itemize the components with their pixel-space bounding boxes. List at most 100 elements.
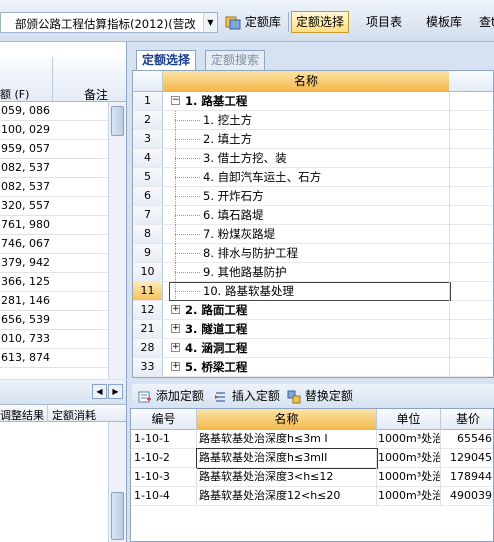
tree-node-label[interactable]: 9. 其他路基防护: [203, 263, 287, 281]
expand-icon[interactable]: +: [171, 362, 180, 371]
table-row[interactable]: 1-10-3 路基软基处治深度3<h≤12 1000m³处治 178944: [131, 468, 493, 487]
tree-row[interactable]: 3 2. 填土方: [133, 130, 493, 149]
tree-row-number: 10: [133, 263, 163, 281]
tree-row[interactable]: 6 5. 开炸石方: [133, 187, 493, 206]
tree-node-label[interactable]: 5. 桥梁工程: [185, 358, 247, 376]
tree-row[interactable]: 2 1. 挖土方: [133, 111, 493, 130]
table-row[interactable]: 1-10-2 路基软基处治深度h≤3mII 1000m³处治 129045: [131, 448, 493, 469]
unit-cell: 1000m³处治: [377, 449, 441, 468]
tree-row[interactable]: 9 8. 排水与防护工程: [133, 244, 493, 263]
add-quota-button[interactable]: 添加定额: [138, 388, 204, 404]
amount-row[interactable]: 613, 874: [0, 349, 108, 368]
tree-node-label[interactable]: 2. 填土方: [203, 130, 252, 148]
project-combobox[interactable]: 部颁公路工程估算指标(2012)(营改 ▼: [0, 12, 218, 33]
tree-row[interactable]: 28 +4. 涵洞工程: [133, 339, 493, 358]
amount-row[interactable]: 281, 146: [0, 292, 108, 311]
search-button-partial[interactable]: 查t: [474, 11, 494, 33]
chevron-down-icon[interactable]: ▼: [203, 13, 217, 32]
project-table-button[interactable]: 项目表: [361, 11, 407, 33]
unit-cell: 1000m³处治: [377, 487, 441, 506]
tree-node-label[interactable]: 2. 路面工程: [185, 301, 247, 319]
row-number-header: [133, 71, 163, 91]
tree-row[interactable]: 33 +5. 桥梁工程: [133, 358, 493, 377]
price-cell: 178944: [441, 468, 493, 487]
code-column-header: 编号: [131, 409, 197, 430]
tab-quota-search[interactable]: 定额搜索: [205, 50, 266, 70]
name-column-header: 名称: [163, 71, 449, 91]
tree-row[interactable]: 4 3. 借土方挖、装: [133, 149, 493, 168]
template-library-label: 模板库: [426, 15, 463, 29]
insert-quota-button[interactable]: 插入定额: [214, 388, 280, 404]
name-column-header: 名称: [197, 409, 377, 430]
tree-row[interactable]: 8 7. 粉煤灰路堤: [133, 225, 493, 244]
amount-row[interactable]: 082, 537: [0, 178, 108, 197]
tree-node-label[interactable]: 1. 路基工程: [185, 92, 247, 110]
left-vertical-scrollbar[interactable]: ▼: [108, 102, 126, 379]
tree-row-number: 3: [133, 130, 163, 148]
quota-tree-grid: 名称 1−1. 路基工程 2 1. 挖土方 3 2. 填土方 4 3. 借土方挖、装 5 4. …: [132, 70, 494, 378]
amount-row[interactable]: 959, 057: [0, 140, 108, 159]
left-bottom-toolbar: ◀ ▶: [0, 380, 126, 404]
amount-row[interactable]: 746, 067: [0, 235, 108, 254]
tree-node-label[interactable]: 8. 排水与防护工程: [203, 244, 298, 262]
column-divider: [449, 92, 450, 377]
add-row-icon: [138, 391, 151, 402]
amount-row[interactable]: 059, 086: [0, 102, 108, 121]
expand-icon[interactable]: +: [171, 324, 180, 333]
tree-row[interactable]: 7 6. 填石路堤: [133, 206, 493, 225]
main-toolbar: 部颁公路工程估算指标(2012)(营改 ▼ 定额库 定额选择 项目表 模板库 查…: [0, 0, 494, 42]
quota-library-button[interactable]: 定额库: [220, 11, 286, 33]
tree-node-label[interactable]: 6. 填石路堤: [203, 206, 264, 224]
tree-row-number: 1: [133, 92, 163, 110]
table-row[interactable]: 1-10-1 路基软基处治深度h≤3m I 1000m³处治 65546: [131, 430, 493, 449]
tree-row[interactable]: 21 +3. 隧道工程: [133, 320, 493, 339]
tree-node-label[interactable]: 4. 涵洞工程: [185, 339, 247, 357]
tree-node-label[interactable]: 4. 自卸汽车运土、石方: [203, 168, 321, 186]
expand-icon[interactable]: +: [171, 305, 180, 314]
price-cell: 65546: [441, 430, 493, 449]
tree-node-label[interactable]: 3. 借土方挖、装: [203, 149, 287, 167]
database-icon: [225, 16, 241, 30]
tree-row[interactable]: 10 9. 其他路基防护: [133, 263, 493, 282]
amount-row[interactable]: 082, 537: [0, 159, 108, 178]
tree-connector-line: [175, 177, 200, 178]
tree-row[interactable]: 12 +2. 路面工程: [133, 301, 493, 320]
tab-quota-select[interactable]: 定额选择: [136, 50, 197, 70]
add-quota-label: 添加定额: [155, 389, 204, 403]
tree-row-number: 9: [133, 244, 163, 262]
left-adjust-grid: ◀ ▶ 调整结果 定额消耗: [0, 380, 127, 542]
replace-quota-button[interactable]: 替换定额: [287, 388, 353, 404]
chevron-left-icon[interactable]: ◀: [92, 384, 107, 399]
tree-row[interactable]: 1−1. 路基工程: [133, 92, 493, 111]
table-row[interactable]: 1-10-4 路基软基处治深度12<h≤20 1000m³处治 490039: [131, 487, 493, 506]
tree-row-number: 28: [133, 339, 163, 357]
template-library-button[interactable]: 模板库: [421, 11, 467, 33]
tree-node-label[interactable]: 5. 开炸石方: [203, 187, 264, 205]
name-cell: 路基软基处治深度h≤3mII: [196, 448, 378, 469]
amount-row[interactable]: 010, 733: [0, 330, 108, 349]
tree-row[interactable]: 11 10. 路基软基处理: [133, 282, 493, 301]
tree-node-label[interactable]: 1. 挖土方: [203, 111, 252, 129]
amount-row[interactable]: 100, 029: [0, 121, 108, 140]
tree-node-label[interactable]: 3. 隧道工程: [185, 320, 247, 338]
amount-row[interactable]: 379, 942: [0, 254, 108, 273]
amount-row[interactable]: 366, 125: [0, 273, 108, 292]
scroll-thumb[interactable]: [111, 492, 124, 540]
left-bottom-vertical-scrollbar[interactable]: [108, 422, 126, 542]
adjust-result-header: 调整结果: [0, 409, 44, 422]
tree-node-label[interactable]: 7. 粉煤灰路堤: [203, 225, 275, 243]
search-button-label: 查t: [479, 15, 494, 29]
name-cell: 路基软基处治深度h≤3m I: [197, 430, 377, 449]
quota-select-button[interactable]: 定额选择: [291, 11, 350, 33]
amount-row[interactable]: 320, 557: [0, 197, 108, 216]
amount-row[interactable]: 761, 980: [0, 216, 108, 235]
tree-row-number: 11: [133, 282, 163, 300]
tree-header: 名称: [133, 71, 493, 92]
tree-row[interactable]: 5 4. 自卸汽车运土、石方: [133, 168, 493, 187]
chevron-right-icon[interactable]: ▶: [108, 384, 123, 399]
collapse-icon[interactable]: −: [171, 96, 180, 105]
expand-icon[interactable]: +: [171, 343, 180, 352]
scroll-thumb[interactable]: [111, 106, 124, 136]
replace-icon: [287, 390, 301, 403]
amount-row[interactable]: 656, 539: [0, 311, 108, 330]
